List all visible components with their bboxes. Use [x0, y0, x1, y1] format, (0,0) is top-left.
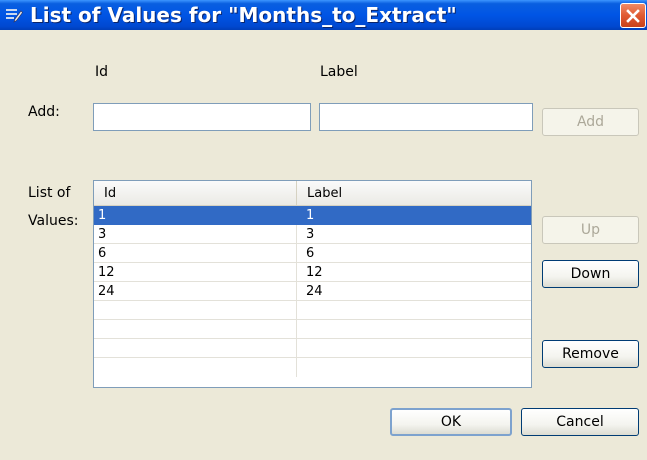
- table-row[interactable]: 6 6: [94, 244, 531, 263]
- id-column-label: Id: [95, 64, 109, 80]
- empty-cell: [94, 358, 297, 377]
- column-header-id[interactable]: Id: [94, 181, 297, 205]
- new-label-input[interactable]: [319, 103, 533, 131]
- cancel-button[interactable]: Cancel: [521, 408, 639, 436]
- remove-button[interactable]: Remove: [542, 340, 639, 368]
- label-column-label: Label: [320, 64, 358, 80]
- empty-row: [94, 301, 531, 320]
- row-id-cell: 12: [94, 263, 297, 282]
- title-bar[interactable]: List of Values for "Months_to_Extract": [0, 0, 647, 30]
- empty-cell: [297, 358, 531, 377]
- table-header: Id Label: [94, 181, 531, 206]
- close-button[interactable]: [620, 3, 646, 28]
- list-of-label: List of: [28, 185, 71, 201]
- empty-cell: [94, 339, 297, 358]
- up-button[interactable]: Up: [542, 216, 639, 244]
- row-label-cell: 3: [297, 225, 531, 244]
- window-title: List of Values for "Months_to_Extract": [30, 3, 457, 27]
- list-edit-icon: [5, 6, 23, 24]
- row-id-cell: 1: [94, 206, 297, 225]
- values-label: Values:: [28, 213, 79, 229]
- new-id-input[interactable]: [93, 103, 311, 131]
- row-label-cell: 12: [297, 263, 531, 282]
- empty-cell: [297, 320, 531, 339]
- empty-row: [94, 320, 531, 339]
- empty-row: [94, 358, 531, 377]
- table-row[interactable]: 1 1: [94, 206, 531, 225]
- row-id-cell: 3: [94, 225, 297, 244]
- table-row[interactable]: 24 24: [94, 282, 531, 301]
- ok-button[interactable]: OK: [390, 408, 512, 436]
- row-id-cell: 6: [94, 244, 297, 263]
- down-button[interactable]: Down: [542, 260, 639, 288]
- row-label-cell: 24: [297, 282, 531, 301]
- add-label: Add:: [28, 104, 60, 120]
- row-label-cell: 6: [297, 244, 531, 263]
- dialog-window: List of Values for "Months_to_Extract" I…: [0, 0, 647, 460]
- empty-cell: [297, 301, 531, 320]
- row-label-cell: 1: [297, 206, 531, 225]
- add-button[interactable]: Add: [542, 108, 639, 136]
- table-row[interactable]: 3 3: [94, 225, 531, 244]
- empty-cell: [94, 301, 297, 320]
- row-id-cell: 24: [94, 282, 297, 301]
- table-row[interactable]: 12 12: [94, 263, 531, 282]
- column-header-label[interactable]: Label: [297, 181, 531, 205]
- empty-row: [94, 339, 531, 358]
- values-table[interactable]: Id Label 1 1 3 3 6 6 12 12 24 24: [93, 180, 532, 388]
- close-icon: [626, 8, 640, 23]
- empty-cell: [297, 339, 531, 358]
- empty-cell: [94, 320, 297, 339]
